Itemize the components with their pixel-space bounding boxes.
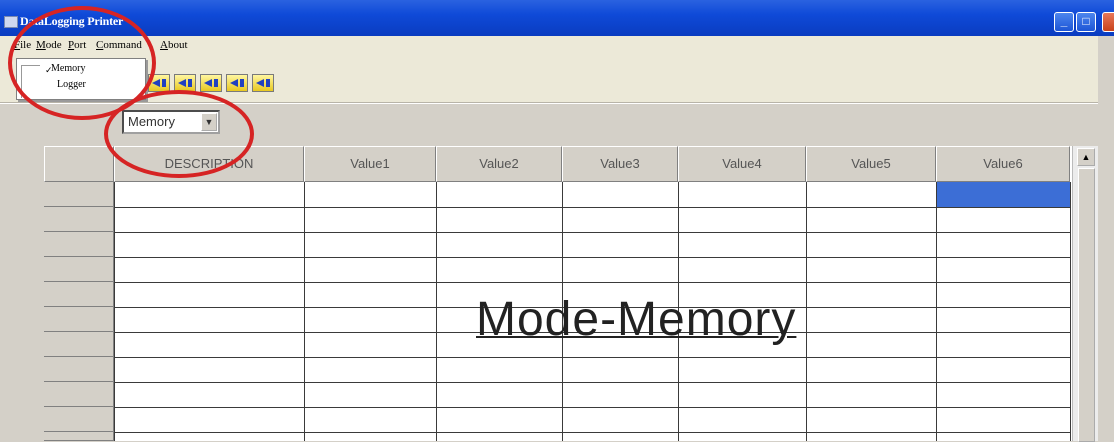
- grid-line: [114, 432, 1070, 433]
- grid-line: [114, 257, 1070, 258]
- row-header[interactable]: [44, 182, 114, 207]
- icon-bar: [162, 79, 166, 87]
- column-header-value4[interactable]: Value4: [678, 146, 806, 182]
- grid-line: [936, 182, 937, 441]
- arrow-left-icon: [178, 79, 186, 87]
- grid-line: [114, 207, 1070, 208]
- grid-line: [114, 357, 1070, 358]
- arrow-left-icon: [256, 79, 264, 87]
- column-header-value1[interactable]: Value1: [304, 146, 436, 182]
- grid-line: [114, 382, 1070, 383]
- icon-bar: [188, 79, 192, 87]
- toolbar-button-5[interactable]: [252, 74, 274, 92]
- row-header[interactable]: [44, 257, 114, 282]
- selected-cell[interactable]: [936, 182, 1070, 207]
- grid-line: [436, 182, 437, 441]
- icon-bar: [266, 79, 270, 87]
- vertical-scrollbar[interactable]: ▲: [1072, 146, 1099, 442]
- window-right-edge: [1098, 36, 1114, 441]
- toolbar-button-3[interactable]: [200, 74, 222, 92]
- column-header-value6[interactable]: Value6: [936, 146, 1070, 182]
- menu-about[interactable]: About: [160, 39, 188, 51]
- row-header[interactable]: [44, 357, 114, 382]
- grid-line: [806, 182, 807, 441]
- minimize-button[interactable]: _: [1054, 12, 1074, 32]
- scroll-thumb[interactable]: [1078, 168, 1095, 442]
- arrow-left-icon: [152, 79, 160, 87]
- grid-line: [114, 282, 1070, 283]
- row-header[interactable]: [44, 407, 114, 432]
- arrow-left-icon: [230, 79, 238, 87]
- row-header[interactable]: [44, 382, 114, 407]
- grid-line: [114, 182, 115, 441]
- menu-bar: File Mode Port Command About: [0, 36, 1114, 56]
- row-header[interactable]: [44, 332, 114, 357]
- close-button[interactable]: [1102, 12, 1114, 32]
- row-header[interactable]: [44, 232, 114, 257]
- column-header-value2[interactable]: Value2: [436, 146, 562, 182]
- highlight-circle-select: [104, 90, 254, 178]
- row-header[interactable]: [44, 307, 114, 332]
- app-icon[interactable]: [4, 16, 18, 28]
- toolbar-button-4[interactable]: [226, 74, 248, 92]
- icon-bar: [214, 79, 218, 87]
- icon-bar: [240, 79, 244, 87]
- row-header[interactable]: [44, 207, 114, 232]
- row-header[interactable]: [44, 432, 114, 441]
- grid-line: [304, 182, 305, 441]
- grid-corner-cell[interactable]: [44, 146, 114, 182]
- mode-annotation: Mode-Memory: [476, 293, 797, 346]
- grid-line: [114, 232, 1070, 233]
- title-bar: DataLogging Printer _ □: [0, 0, 1114, 36]
- column-header-value3[interactable]: Value3: [562, 146, 678, 182]
- scroll-up-icon[interactable]: ▲: [1077, 148, 1095, 166]
- restore-button[interactable]: □: [1076, 12, 1096, 32]
- row-header[interactable]: [44, 282, 114, 307]
- grid-line: [1070, 182, 1071, 441]
- arrow-left-icon: [204, 79, 212, 87]
- column-header-value5[interactable]: Value5: [806, 146, 936, 182]
- grid-line: [114, 407, 1070, 408]
